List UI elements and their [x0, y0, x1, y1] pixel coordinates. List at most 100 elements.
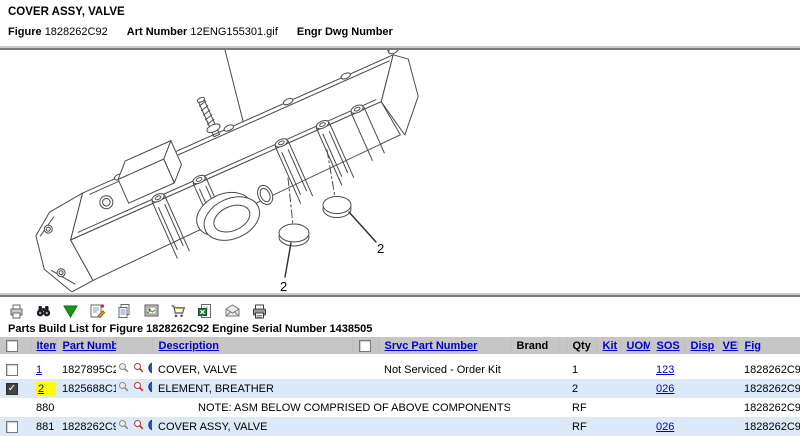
table-row: 1 1827895C2 i COVER, VALVE Not Serviced …: [0, 360, 800, 379]
qty-cell: RF: [566, 398, 596, 417]
vei-cell: [716, 398, 738, 417]
nav-down-icon[interactable]: [62, 303, 79, 319]
brand-cell: [510, 417, 558, 436]
sos-link[interactable]: 026: [656, 421, 674, 433]
part-number-cell: [56, 398, 116, 417]
brand-cell: [510, 360, 558, 379]
find-icon[interactable]: [35, 303, 52, 319]
sos-link[interactable]: 026: [656, 383, 674, 395]
column-header-description[interactable]: Description: [159, 340, 220, 352]
part-number-cell: 1825688C1: [56, 379, 116, 398]
figure-diagram: 2 2: [0, 50, 800, 292]
parts-build-list-table: Item Part Number Description Srvc Part N…: [0, 337, 800, 436]
qty-cell: RF: [566, 417, 596, 436]
column-header-srvc-part-number[interactable]: Srvc Part Number: [385, 340, 478, 352]
sos-cell: [650, 398, 684, 417]
page-title: COVER ASSY, VALVE: [8, 6, 792, 18]
callout-2-left: 2: [280, 279, 287, 292]
breather-element-left: [279, 178, 309, 277]
figure-number: 1828262C92: [45, 26, 108, 38]
disp-cell: [684, 417, 716, 436]
screw: [194, 95, 223, 138]
item-cell: 881: [30, 417, 56, 436]
kit-cell: [596, 398, 620, 417]
column-header-icons: [116, 337, 152, 354]
info-icon[interactable]: i: [148, 381, 152, 396]
parts-toolbar: [0, 297, 800, 321]
column-header-item[interactable]: Item: [37, 340, 57, 352]
parts-list-title: Parts Build List for Figure 1828262C92 E…: [0, 321, 800, 337]
column-header-part-number[interactable]: Part Number: [63, 340, 117, 352]
uom-cell: [620, 417, 650, 436]
export-excel-icon[interactable]: [197, 303, 214, 319]
leader-line-top: [225, 50, 243, 121]
fig-cell: 1828262C92: [738, 398, 800, 417]
uom-cell: [620, 398, 650, 417]
part-number-cell: 1828262C92: [56, 417, 116, 436]
description-cell: COVER, VALVE: [152, 360, 352, 379]
info-icon[interactable]: i: [148, 362, 152, 377]
print-icon[interactable]: [251, 303, 268, 319]
uom-cell: [620, 360, 650, 379]
vei-cell: [716, 379, 738, 398]
column-header-fig[interactable]: Fig: [745, 340, 762, 352]
where-used-icon[interactable]: [133, 381, 144, 396]
table-header-row: Item Part Number Description Srvc Part N…: [0, 337, 800, 354]
print-small-icon[interactable]: [8, 303, 25, 319]
qty-cell: 1: [566, 360, 596, 379]
column-header-vei[interactable]: VEI: [723, 340, 739, 352]
where-used-icon[interactable]: [133, 419, 144, 434]
srvc-part-number-cell: [378, 379, 510, 398]
srvc-part-number-cell: [378, 417, 510, 436]
edit-note-icon[interactable]: [89, 303, 106, 319]
kit-cell: [596, 379, 620, 398]
table-row: 881 1828262C92 i COVER ASSY, VALVE RF 02…: [0, 417, 800, 436]
disp-cell: [684, 379, 716, 398]
brand-cell: [510, 379, 558, 398]
view-detail-icon[interactable]: [118, 419, 129, 434]
srvc-part-number-cell: Not Serviced - Order Kit: [378, 360, 510, 379]
column-header-qty: Qty: [573, 340, 591, 352]
item-link[interactable]: 2: [38, 383, 44, 395]
row-select-checkbox[interactable]: [6, 364, 18, 376]
column-header-sos[interactable]: SOS: [657, 340, 680, 352]
note-cell: NOTE: ASM BELOW COMPRISED OF ABOVE COMPO…: [152, 398, 510, 417]
fig-cell: 1828262C92: [738, 379, 800, 398]
item-cell: 880: [30, 398, 56, 417]
fig-cell: 1828262C92: [738, 417, 800, 436]
page-header: COVER ASSY, VALVE Figure 1828262C92 Art …: [0, 0, 800, 45]
vei-cell: [716, 417, 738, 436]
description-cell: COVER ASSY, VALVE: [152, 417, 352, 436]
select-all-srvc-checkbox[interactable]: [359, 340, 371, 352]
where-used-icon[interactable]: [133, 362, 144, 377]
email-icon[interactable]: [224, 303, 241, 319]
cart-icon[interactable]: [170, 303, 187, 319]
image-viewer-icon[interactable]: [143, 303, 160, 319]
qty-cell: 2: [566, 379, 596, 398]
disp-cell: [684, 360, 716, 379]
fig-cell: 1828262C92: [738, 360, 800, 379]
disp-cell: [684, 398, 716, 417]
info-icon[interactable]: i: [148, 419, 152, 434]
column-header-disp[interactable]: Disp: [691, 340, 715, 352]
select-all-checkbox[interactable]: [6, 340, 18, 352]
view-detail-icon[interactable]: [118, 362, 129, 377]
description-cell: ELEMENT, BREATHER: [152, 379, 352, 398]
kit-cell: [596, 417, 620, 436]
uom-cell: [620, 379, 650, 398]
copy-page-icon[interactable]: [116, 303, 133, 319]
column-header-brand: Brand: [517, 340, 549, 352]
view-detail-icon[interactable]: [118, 381, 129, 396]
valve-cover-drawing: 2 2: [0, 50, 800, 292]
table-row-selected: 2 1825688C1 i ELEMENT, BREATHER 2 026 18…: [0, 379, 800, 398]
column-header-kit[interactable]: Kit: [603, 340, 618, 352]
vei-cell: [716, 360, 738, 379]
item-link[interactable]: 1: [36, 364, 42, 376]
callout-2-right: 2: [377, 241, 384, 256]
engr-dwg-label: Engr Dwg Number: [297, 26, 393, 38]
art-number-value: 12ENG155301.gif: [190, 26, 277, 38]
row-select-checkbox[interactable]: [6, 383, 18, 395]
row-select-checkbox[interactable]: [6, 421, 18, 433]
sos-link[interactable]: 123: [656, 364, 674, 376]
column-header-uom[interactable]: UOM: [627, 340, 651, 352]
